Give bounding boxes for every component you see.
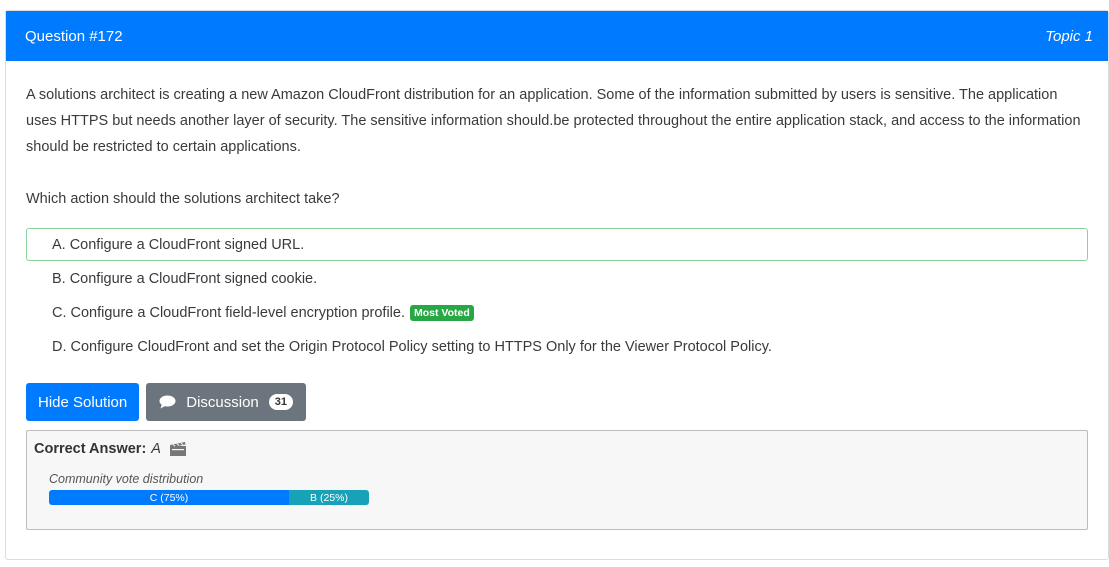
choice-letter: C. [52, 304, 67, 321]
question-body: A solutions architect is creating a new … [6, 82, 1108, 530]
topic-label: Topic 1 [1045, 27, 1093, 45]
choice-letter: A. [52, 236, 66, 253]
question-card: Question #172 Topic 1 A solutions archit… [5, 10, 1109, 560]
answer-box: Correct Answer: A Community vote distrib… [26, 430, 1088, 530]
choice-text: Configure a CloudFront signed cookie. [69, 270, 318, 287]
choice-c[interactable]: C. Configure a CloudFront field-level en… [26, 296, 1088, 329]
discussion-label: Discussion [186, 393, 259, 411]
vote-segment-label: B (25%) [310, 491, 348, 504]
most-voted-badge: Most Voted [409, 304, 474, 321]
choices-list: A. Configure a CloudFront signed URL. B.… [26, 228, 1088, 363]
choice-letter: B. [52, 270, 66, 287]
discussion-count-badge: 31 [268, 394, 294, 410]
choice-text: Configure CloudFront and set the Origin … [70, 338, 772, 355]
correct-answer-label: Correct Answer: [34, 441, 147, 457]
vote-segment-label: C (75%) [149, 491, 189, 504]
choice-d[interactable]: D. Configure CloudFront and set the Orig… [26, 330, 1088, 363]
question-number: Question #172 [25, 27, 123, 45]
vote-distribution-title: Community vote distribution [49, 472, 204, 486]
explanation-icon[interactable] [169, 441, 187, 457]
vote-distribution-bar: C (75%) B (25%) [49, 490, 369, 505]
question-text: A solutions architect is creating a new … [26, 87, 1081, 155]
choice-letter: D. [52, 338, 67, 355]
choice-text: Configure a CloudFront field-level encry… [70, 304, 405, 321]
vote-segment-c: C (75%) [49, 490, 289, 505]
hide-solution-button[interactable]: Hide Solution [26, 383, 140, 421]
action-buttons: Hide Solution Discussion 31 [26, 383, 1088, 421]
discussion-button[interactable]: Discussion 31 [146, 383, 307, 421]
comment-icon [159, 395, 176, 409]
question-ask: Which action should the solutions archit… [26, 191, 340, 207]
vote-segment-b: B (25%) [289, 490, 369, 505]
question-header: Question #172 Topic 1 [6, 11, 1108, 61]
choice-text: Configure a CloudFront signed URL. [69, 236, 305, 253]
correct-answer-value: A [151, 441, 161, 457]
correct-answer-line: Correct Answer: A [34, 441, 1080, 457]
choice-b[interactable]: B. Configure a CloudFront signed cookie. [26, 262, 1088, 295]
choice-a[interactable]: A. Configure a CloudFront signed URL. [26, 228, 1088, 261]
